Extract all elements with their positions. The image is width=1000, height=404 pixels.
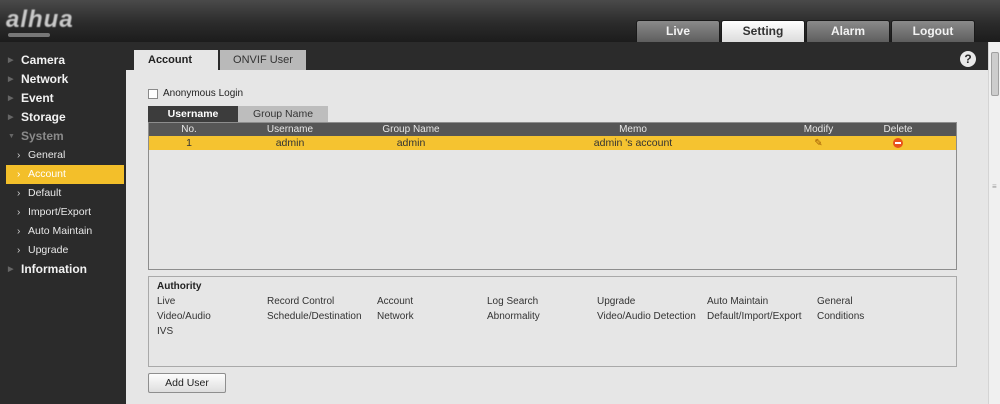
sidebar-item-label: Camera bbox=[21, 53, 66, 67]
authority-item: Account bbox=[377, 296, 414, 307]
chevron-right-icon: › bbox=[17, 188, 21, 199]
triangle-down-icon: ▼ bbox=[8, 133, 15, 140]
tab-account[interactable]: Account bbox=[134, 50, 218, 70]
col-header-modify: Modify bbox=[803, 124, 834, 135]
authority-item: Network bbox=[377, 311, 414, 322]
triangle-right-icon: ▶ bbox=[8, 57, 14, 64]
sidebar-item-storage[interactable]: ▶ Storage bbox=[0, 108, 126, 127]
sidebar-subitem-default[interactable]: › Default bbox=[0, 184, 126, 203]
tab-setting[interactable]: Setting bbox=[721, 20, 805, 42]
page-scrollbar[interactable]: ≡ bbox=[988, 42, 1000, 404]
triangle-right-icon: ▶ bbox=[8, 95, 14, 102]
chevron-right-icon: › bbox=[17, 169, 21, 180]
sidebar-subitem-auto-maintain[interactable]: › Auto Maintain bbox=[0, 222, 126, 241]
sidebar-item-label: System bbox=[21, 129, 64, 143]
sidebar-item-event[interactable]: ▶ Event bbox=[0, 89, 126, 108]
cell-username: admin bbox=[275, 137, 305, 149]
triangle-right-icon: ▶ bbox=[8, 266, 14, 273]
add-user-button[interactable]: Add User bbox=[148, 373, 226, 393]
tab-live[interactable]: Live bbox=[636, 20, 720, 42]
help-icon[interactable]: ? bbox=[960, 51, 976, 67]
col-header-delete: Delete bbox=[883, 124, 913, 135]
authority-item: Video/Audio bbox=[157, 311, 211, 322]
subtab-group-name[interactable]: Group Name bbox=[238, 106, 328, 122]
authority-list: Live Record Control Account Log Search U… bbox=[157, 296, 927, 341]
chevron-right-icon: › bbox=[17, 226, 21, 237]
logo-tagline-bar bbox=[8, 33, 50, 37]
authority-item: General bbox=[817, 296, 853, 307]
sidebar-item-label: Auto Maintain bbox=[28, 225, 93, 237]
sidebar-subitem-general[interactable]: › General bbox=[0, 146, 126, 165]
main-content: Account ONVIF User ? Anonymous Login Use… bbox=[126, 42, 988, 404]
anonymous-login-label: Anonymous Login bbox=[163, 88, 244, 99]
sidebar-item-network[interactable]: ▶ Network bbox=[0, 70, 126, 89]
sidebar-item-label: Storage bbox=[21, 110, 66, 124]
cell-memo: admin 's account bbox=[593, 137, 673, 149]
table-header: No. Username Group Name Memo Modify Dele… bbox=[149, 123, 956, 136]
sidebar-item-camera[interactable]: ▶ Camera bbox=[0, 51, 126, 70]
sidebar-item-information[interactable]: ▶ Information bbox=[0, 260, 126, 279]
col-header-group: Group Name bbox=[382, 124, 440, 135]
sidebar-item-label: Event bbox=[21, 91, 54, 105]
sidebar-nav: ▶ Camera ▶ Network ▶ Event ▶ Storage ▼ S… bbox=[0, 42, 126, 404]
sidebar-item-label: Default bbox=[28, 187, 62, 199]
cell-delete bbox=[842, 136, 954, 150]
content-tab-bar: Account ONVIF User ? bbox=[126, 42, 988, 70]
col-header-memo: Memo bbox=[619, 124, 647, 135]
sidebar-item-label: Import/Export bbox=[28, 206, 92, 218]
chevron-right-icon: › bbox=[17, 245, 21, 256]
chevron-right-icon: › bbox=[17, 207, 21, 218]
authority-item: Schedule/Destination bbox=[267, 311, 362, 322]
authority-item: IVS bbox=[157, 326, 174, 337]
authority-item: Conditions bbox=[817, 311, 865, 322]
sidebar-item-label: General bbox=[28, 149, 66, 161]
authority-item: Default/Import/Export bbox=[707, 311, 802, 322]
edit-pencil-icon[interactable]: ✎ bbox=[814, 137, 822, 151]
sidebar-item-label: Network bbox=[21, 72, 69, 86]
tab-alarm[interactable]: Alarm bbox=[806, 20, 890, 42]
sidebar-subitem-account[interactable]: › Account bbox=[6, 165, 124, 184]
subtab-username[interactable]: Username bbox=[148, 106, 238, 122]
triangle-right-icon: ▶ bbox=[8, 76, 14, 83]
sidebar-subitem-upgrade[interactable]: › Upgrade bbox=[0, 241, 126, 260]
authority-item: Video/Audio Detection bbox=[597, 311, 696, 322]
tab-onvif-user[interactable]: ONVIF User bbox=[220, 50, 306, 70]
user-table: No. Username Group Name Memo Modify Dele… bbox=[148, 122, 957, 270]
top-header: alhua Live Setting Alarm Logout bbox=[0, 0, 1000, 42]
authority-item: Auto Maintain bbox=[707, 296, 769, 307]
authority-item: Log Search bbox=[487, 296, 539, 307]
anonymous-login-row: Anonymous Login bbox=[148, 88, 243, 99]
grip-icon: ≡ bbox=[992, 182, 997, 191]
anonymous-login-checkbox[interactable] bbox=[148, 88, 158, 99]
sidebar-item-system[interactable]: ▼ System bbox=[0, 127, 126, 146]
authority-item: Upgrade bbox=[597, 296, 636, 307]
sidebar-subitem-import-export[interactable]: › Import/Export bbox=[0, 203, 126, 222]
table-row[interactable]: 1 admin admin admin 's account ✎ bbox=[149, 136, 956, 150]
sidebar-item-label: Upgrade bbox=[28, 244, 69, 256]
chevron-right-icon: › bbox=[17, 150, 21, 161]
delete-icon[interactable] bbox=[893, 138, 903, 148]
brand-logo: alhua bbox=[6, 6, 110, 38]
cell-modify: ✎ bbox=[795, 136, 842, 150]
cell-group: admin bbox=[396, 137, 426, 149]
triangle-right-icon: ▶ bbox=[8, 114, 14, 121]
sidebar-item-label: Account bbox=[28, 168, 66, 180]
tab-logout[interactable]: Logout bbox=[891, 20, 975, 42]
authority-panel: Authority Live Record Control Account Lo… bbox=[148, 276, 957, 367]
col-header-no: No. bbox=[181, 124, 197, 135]
col-header-username: Username bbox=[266, 124, 314, 135]
scrollbar-thumb[interactable] bbox=[991, 52, 999, 96]
sidebar-item-label: Information bbox=[21, 262, 87, 276]
authority-item: Live bbox=[157, 296, 176, 307]
authority-item: Abnormality bbox=[487, 311, 540, 322]
authority-item: Record Control bbox=[267, 296, 335, 307]
logo-text: alhua bbox=[6, 6, 74, 33]
cell-no: 1 bbox=[186, 137, 192, 149]
authority-title: Authority bbox=[157, 281, 202, 292]
